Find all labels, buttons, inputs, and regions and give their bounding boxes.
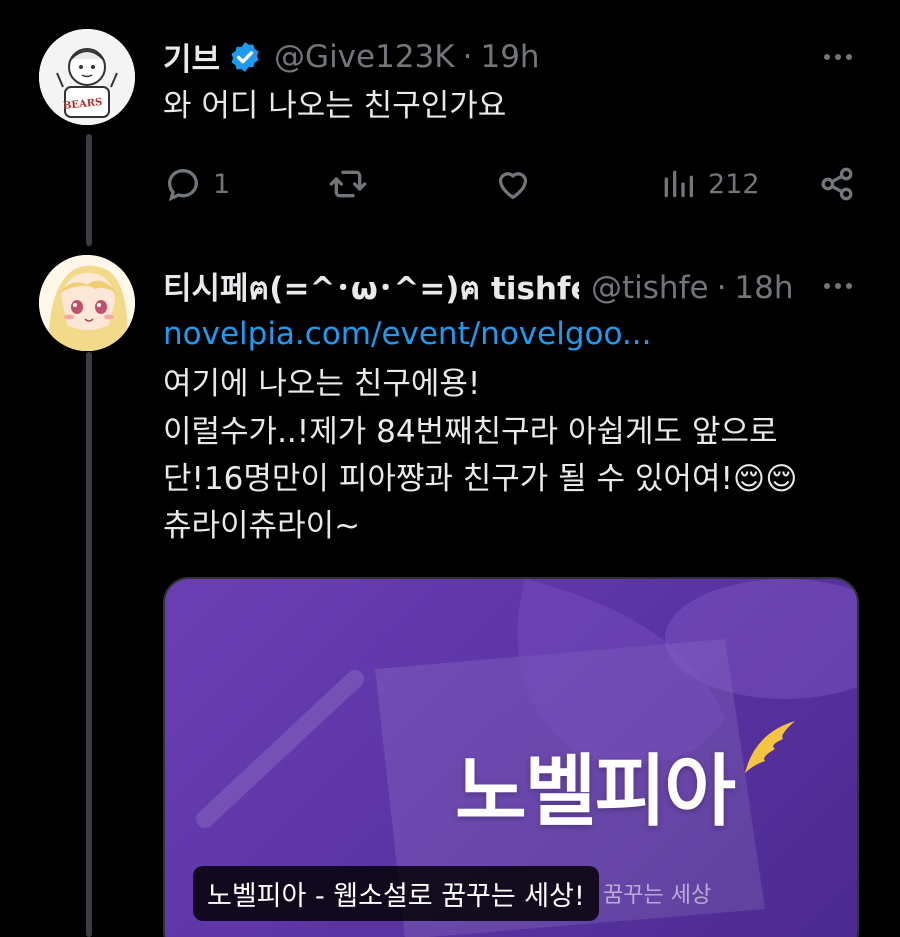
tweet-text: 와 어디 나오는 친구인가요: [163, 88, 507, 124]
user-handle[interactable]: @Give123K: [274, 39, 455, 75]
card-caption: 노벨피아 - 웹소설로 꿈꾸는 세상!: [193, 866, 599, 921]
avatar[interactable]: BEARS: [39, 29, 135, 125]
views-button[interactable]: 212: [658, 164, 760, 204]
like-icon: [493, 164, 533, 204]
reply-icon: [163, 164, 203, 204]
tweet-text-line: 여기에 나오는 친구에용!: [163, 366, 481, 402]
avatar[interactable]: [39, 255, 135, 351]
views-icon: [658, 164, 698, 204]
more-icon[interactable]: [820, 46, 856, 68]
display-name[interactable]: 기브: [163, 34, 220, 79]
link-preview-card[interactable]: 노벨피아 꿈꾸는 세상 노벨피아 - 웹소설로 꿈꾸는 세상!: [163, 577, 859, 937]
novelpia-logo: 노벨피아: [455, 721, 795, 841]
tweet-text-line: 츄라이츄라이~: [163, 508, 361, 544]
timestamp[interactable]: 18h: [734, 270, 793, 306]
thread-connector: [86, 352, 92, 937]
verified-badge-icon: [228, 40, 262, 74]
tweet-header: 기브 @Give123K · 19h: [163, 34, 540, 79]
tweet-text-line: 단!16명만이 피아쨩과 친구가 될 수 있어여!😌😌: [163, 461, 798, 497]
logo-text: 노벨피아: [455, 747, 736, 837]
separator-dot: ·: [462, 38, 473, 75]
user-handle[interactable]: @tishfe: [591, 270, 709, 306]
tweet-header: 티시페ฅ(=^･ω･^=)ฅ tishfe @tishfe · 18h: [163, 263, 794, 313]
more-icon[interactable]: [820, 275, 856, 297]
thread-connector: [86, 134, 92, 246]
share-icon: [817, 164, 857, 204]
reply-button[interactable]: 1: [163, 164, 230, 204]
display-name[interactable]: 티시페ฅ(=^･ω･^=)ฅ tishfe: [163, 263, 579, 313]
view-count: 212: [708, 168, 760, 200]
reply-count: 1: [213, 168, 231, 200]
tweet-text-line: 이럴수가..!제가 84번째친구라 아쉽게도 앞으로: [163, 414, 778, 450]
wing-icon: [745, 721, 795, 773]
like-button[interactable]: [493, 164, 543, 204]
share-button[interactable]: [817, 164, 857, 204]
timestamp[interactable]: 19h: [480, 39, 539, 75]
retweet-button[interactable]: [328, 164, 378, 204]
card-subtitle: 꿈꾸는 세상: [603, 883, 712, 908]
tweet-actions: 1 212: [163, 162, 863, 206]
tweet-link[interactable]: novelpia.com/event/novelgoo...: [163, 314, 651, 355]
separator-dot: ·: [716, 270, 727, 306]
retweet-icon: [328, 164, 368, 204]
